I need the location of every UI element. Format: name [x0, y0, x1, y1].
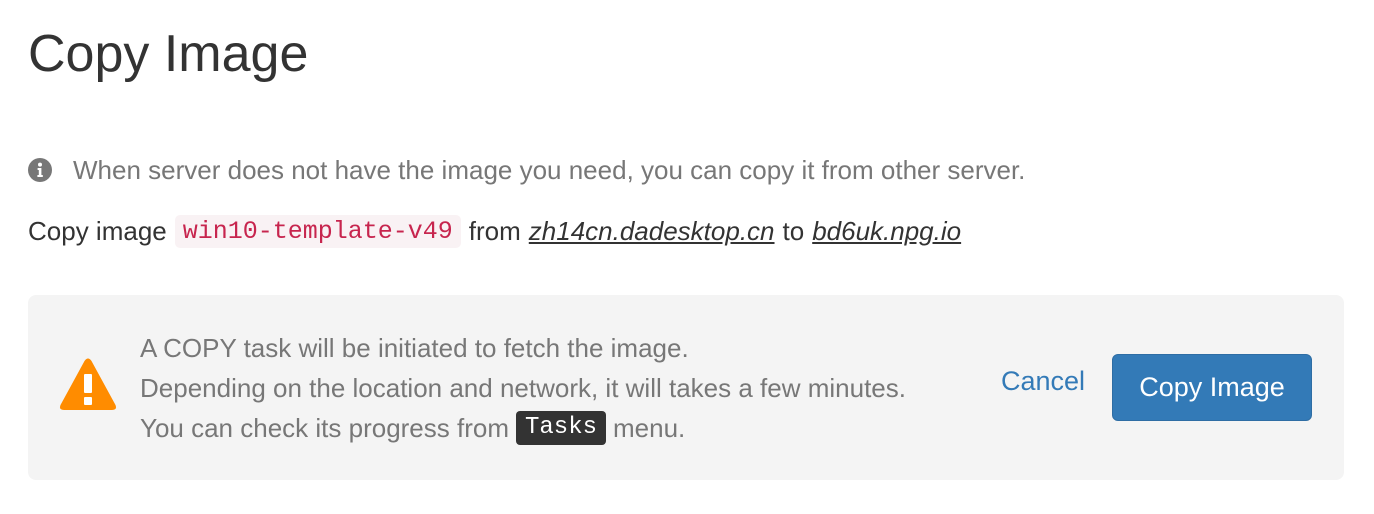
to-label: to [782, 215, 805, 246]
cancel-button[interactable]: Cancel [1001, 366, 1085, 397]
warning-triangle-icon [59, 358, 117, 412]
info-message: When server does not have the image you … [28, 152, 1025, 188]
info-circle-icon [28, 158, 52, 182]
copy-summary: Copy image win10-template-v49 from zh14c… [28, 211, 961, 251]
page-title: Copy Image [28, 25, 309, 83]
source-server-link[interactable]: zh14cn.dadesktop.cn [529, 216, 775, 247]
info-text: When server does not have the image you … [73, 154, 1026, 185]
confirm-message: A COPY task will be initiated to fetch t… [140, 328, 906, 448]
confirm-panel: A COPY task will be initiated to fetch t… [28, 295, 1344, 480]
confirm-line-3: You can check its progress from Tasks me… [140, 408, 906, 448]
confirm-line-3-prefix: You can check its progress from [140, 413, 509, 443]
copy-image-button[interactable]: Copy Image [1112, 354, 1312, 421]
copy-image-page: Copy Image When server does not have the… [0, 0, 1374, 514]
copy-prefix: Copy image [28, 215, 167, 246]
from-label: from [468, 215, 521, 246]
image-name-code: win10-template-v49 [174, 214, 461, 248]
tasks-menu-kbd: Tasks [516, 411, 607, 445]
target-server-link[interactable]: bd6uk.npg.io [812, 216, 961, 247]
confirm-line-1: A COPY task will be initiated to fetch t… [140, 333, 689, 363]
confirm-line-3-suffix: menu. [613, 413, 686, 443]
confirm-line-2: Depending on the location and network, i… [140, 373, 906, 403]
